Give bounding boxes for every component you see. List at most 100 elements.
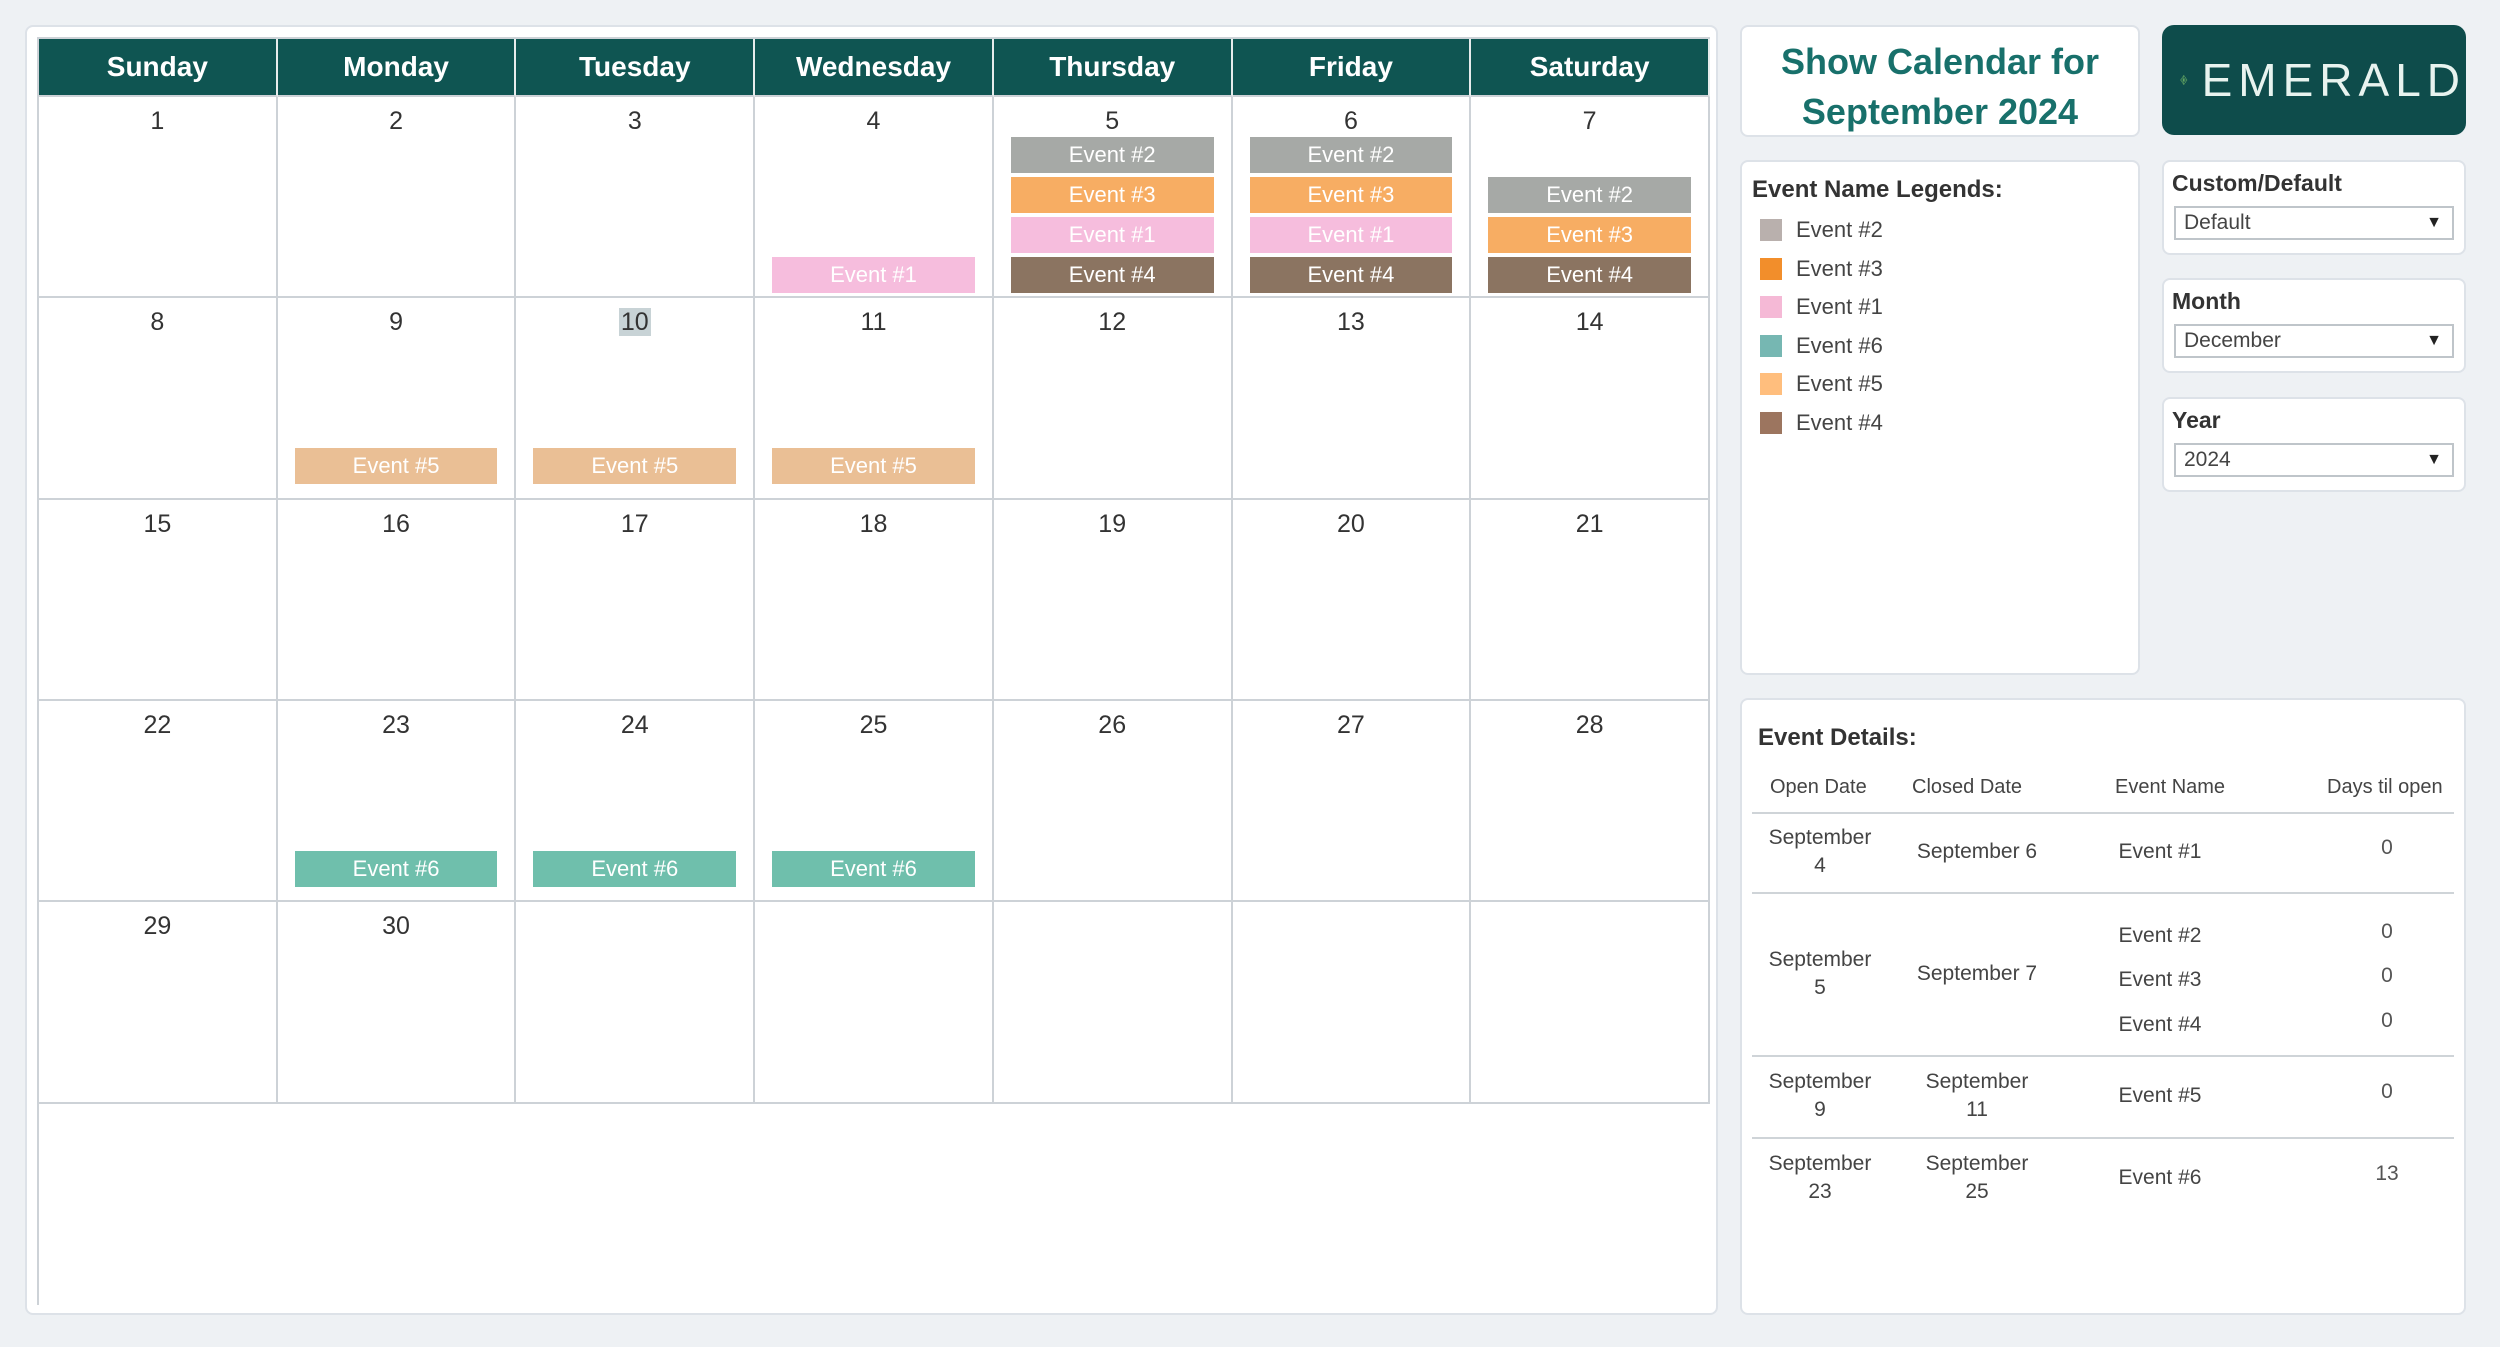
calendar-day-cell[interactable]: 10 Event #5 — [516, 298, 756, 500]
event-bar[interactable]: Event #3 — [1010, 177, 1214, 213]
calendar-day-cell[interactable] — [755, 902, 994, 1104]
calendar-day-cell[interactable]: 27 — [1232, 700, 1472, 903]
calendar-day-cell[interactable]: 23 Event #6 — [277, 700, 517, 903]
closed-date-cell: September 25 — [1925, 1152, 2029, 1203]
custom-default-label: Custom/Default — [2172, 170, 2342, 196]
legend-swatch — [1760, 257, 1782, 280]
event-bar[interactable]: Event #1 — [1010, 217, 1214, 253]
calendar-day-cell[interactable]: 28 — [1471, 700, 1710, 903]
calendar-grid: Sunday Monday Tuesday Wednesday Thursday Frid… — [37, 37, 1710, 1305]
event-name-cell: Event #2 — [2118, 924, 2202, 947]
calendar-day-cell[interactable]: 8 — [39, 298, 278, 500]
calendar-day-cell[interactable]: 18 — [755, 499, 994, 701]
closed-date-cell: September 6 — [1916, 840, 2038, 863]
event-bar[interactable]: Event #1 — [1249, 217, 1453, 253]
event-bar[interactable]: Event #2 — [1488, 177, 1691, 213]
day-number: 5 — [1105, 107, 1120, 135]
event-bar[interactable]: Event #6 — [533, 850, 737, 887]
calendar-day-cell[interactable]: 22 — [39, 700, 278, 903]
legend-swatch — [1760, 411, 1782, 434]
calendar-day-cell[interactable]: 3 — [516, 97, 756, 299]
event-bar[interactable]: Event #5 — [772, 448, 975, 485]
day-number: 30 — [382, 912, 410, 941]
calendar-day-cell[interactable]: 19 — [993, 499, 1233, 701]
year-select[interactable]: 2024 ▼ — [2174, 443, 2454, 477]
calendar-day-cell[interactable]: 2 — [277, 97, 517, 299]
calendar-day-cell[interactable]: 16 — [277, 499, 517, 701]
month-select[interactable]: December ▼ — [2174, 324, 2454, 358]
event-bar[interactable]: Event #4 — [1249, 257, 1453, 293]
calendar-day-cell[interactable]: 9 Event #5 — [277, 298, 517, 500]
event-bar[interactable]: Event #3 — [1488, 217, 1691, 253]
day-number: 18 — [859, 509, 888, 538]
calendar-day-cell[interactable] — [516, 902, 756, 1104]
calendar-day-cell[interactable]: 17 — [516, 499, 756, 701]
legend-label: Event #4 — [1796, 409, 1883, 435]
event-bar[interactable]: Event #3 — [1249, 177, 1453, 213]
legend-item[interactable]: Event #6 — [1760, 330, 1883, 362]
day-number: 26 — [1098, 710, 1127, 739]
legend-item[interactable]: Event #4 — [1760, 407, 1883, 439]
month-label: Month — [2172, 288, 2241, 314]
open-date-cell: September 4 — [1768, 826, 1872, 877]
calendar-day-cell[interactable] — [1471, 902, 1710, 1104]
event-bar[interactable]: Event #2 — [1249, 137, 1453, 173]
custom-default-select[interactable]: Default ▼ — [2174, 206, 2454, 240]
calendar-day-cell[interactable]: 4 Event #1 — [755, 97, 994, 299]
closed-date-cell: September 7 — [1916, 961, 2038, 985]
day-number: 27 — [1337, 710, 1365, 739]
days-til-open-cell: 0 — [2381, 1080, 2393, 1103]
legend-label: Event #1 — [1796, 294, 1883, 319]
calendar-day-cell[interactable] — [1232, 902, 1472, 1104]
day-number: 16 — [382, 509, 410, 538]
calendar-day-cell[interactable]: 24 Event #6 — [516, 700, 756, 903]
calendar-day-cell[interactable]: 15 — [39, 499, 278, 701]
legend-label: Event #5 — [1796, 371, 1883, 396]
calendar-day-cell[interactable]: 11 Event #5 — [755, 298, 994, 500]
legend-label: Event #6 — [1796, 332, 1883, 358]
legend-item[interactable]: Event #5 — [1760, 368, 1883, 400]
calendar-day-cell[interactable]: 20 — [1232, 499, 1472, 701]
calendar-day-cell[interactable]: 26 — [993, 700, 1233, 903]
day-number: 10 — [618, 308, 651, 337]
day-number: 12 — [1098, 308, 1127, 337]
calendar-day-cell[interactable]: 6 Event #2 Event #3 Event #1 Event #4 — [1232, 97, 1472, 299]
legend-label: Event #3 — [1796, 255, 1883, 281]
day-number: 25 — [859, 710, 888, 739]
day-number: 8 — [150, 308, 165, 337]
calendar-day-cell[interactable]: 21 — [1471, 499, 1710, 701]
calendar-day-cell[interactable]: 5 Event #2 Event #3 Event #1 Event #4 — [993, 97, 1233, 299]
days-til-open-cell: 0 — [2381, 964, 2393, 988]
legend-item[interactable]: Event #1 — [1760, 291, 1883, 323]
event-bar[interactable]: Event #2 — [1010, 137, 1214, 173]
day-number: 11 — [860, 308, 887, 337]
custom-default-filter: Custom/Default Default ▼ — [2162, 160, 2466, 255]
emerald-logo: EMERALD — [2162, 25, 2466, 135]
calendar-day-cell[interactable]: 7 Event #2 Event #3 Event #4 — [1471, 97, 1710, 299]
event-bar[interactable]: Event #4 — [1010, 257, 1214, 293]
calendar-day-cell[interactable]: 13 — [1232, 298, 1472, 500]
event-bar[interactable]: Event #6 — [294, 850, 498, 887]
event-bar[interactable]: Event #6 — [772, 850, 975, 887]
day-header-monday: Monday — [277, 39, 517, 97]
legend-item[interactable]: Event #3 — [1760, 253, 1883, 285]
legend-item[interactable]: Event #2 — [1760, 214, 1883, 246]
open-date-cell: September 5 — [1768, 947, 1872, 999]
calendar-day-cell[interactable]: 29 — [39, 902, 278, 1104]
calendar-day-cell[interactable]: 12 — [993, 298, 1233, 500]
day-number: 7 — [1582, 107, 1597, 135]
event-bar[interactable]: Event #4 — [1488, 257, 1691, 293]
event-bar[interactable]: Event #5 — [533, 448, 737, 485]
event-name-cell: Event #4 — [2118, 1012, 2202, 1036]
calendar-day-cell[interactable]: 30 — [277, 902, 517, 1104]
event-bar[interactable]: Event #1 — [772, 257, 975, 293]
calendar-day-cell[interactable]: 14 — [1471, 298, 1710, 500]
event-bar[interactable]: Event #5 — [294, 448, 498, 485]
event-name-cell: Event #6 — [2118, 1166, 2202, 1189]
calendar-day-cell[interactable]: 25 Event #6 — [755, 700, 994, 903]
calendar-day-cell[interactable] — [993, 902, 1233, 1104]
event-details-panel: Event Details: Open Date Closed Date Eve… — [1740, 698, 2466, 1315]
event-name-cell: Event #5 — [2118, 1084, 2202, 1107]
days-til-open-cell: 0 — [2381, 1008, 2393, 1032]
calendar-day-cell[interactable]: 1 — [39, 97, 278, 299]
